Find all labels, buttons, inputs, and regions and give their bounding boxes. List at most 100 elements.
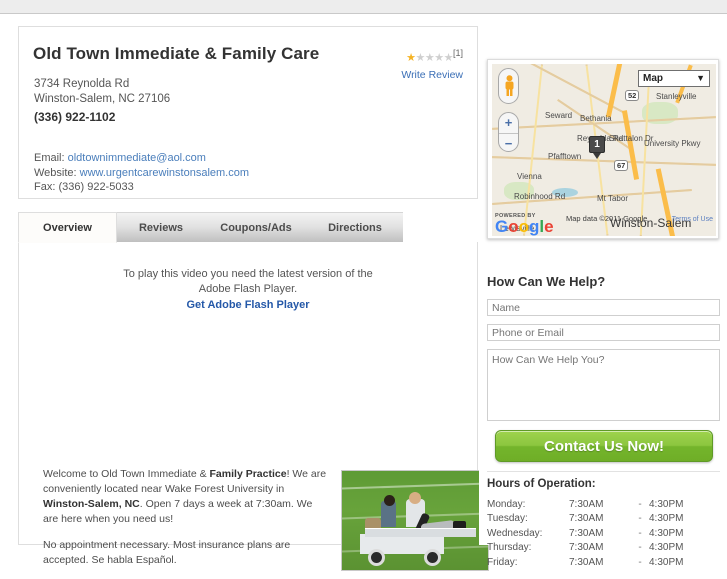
chevron-down-icon: ▼: [696, 73, 705, 83]
tab-coupons-ads[interactable]: Coupons/Ads: [205, 212, 307, 243]
hours-close-time: 4:30PM: [649, 542, 684, 554]
hours-separator: -: [638, 527, 642, 539]
hours-open-time: 7:30AM: [569, 542, 604, 554]
help-form-title: How Can We Help?: [487, 274, 606, 289]
google-wordmark: Google: [495, 217, 554, 236]
star-rating-icon[interactable]: ★★★★★: [406, 53, 453, 64]
hours-open-time: 7:30AM: [569, 556, 604, 568]
street-view-pegman-icon[interactable]: [498, 68, 519, 104]
address-line-2: Winston-Salem, NC 27106: [34, 93, 171, 105]
email-row: Email: oldtownimmediate@aol.com: [34, 151, 249, 166]
business-photo: [341, 470, 489, 571]
flash-notice-line-1: To play this video you need the latest v…: [123, 268, 373, 280]
map-place-label: Vienna: [517, 172, 542, 181]
map-route-shield: 67: [614, 160, 629, 171]
hours-separator: -: [638, 498, 642, 510]
welcome-p1-b: Family Practice: [209, 468, 287, 480]
welcome-p1-d: Winston-Salem, NC: [43, 498, 140, 510]
phone-or-email-input[interactable]: [487, 324, 720, 341]
message-textarea[interactable]: [487, 349, 720, 421]
zoom-out-button[interactable]: −: [499, 134, 518, 154]
map-container[interactable]: Stanleyville Seward Bethania Pfafftown Vienn…: [487, 59, 719, 239]
hours-open-time: 7:30AM: [569, 527, 604, 539]
hours-row: Wednesday: 7:30AM -4:30PM: [487, 526, 720, 541]
business-info-card: Old Town Immediate & Family Care 3734 Re…: [18, 26, 478, 199]
review-count: [1]: [452, 48, 463, 58]
hours-open-time: 7:30AM: [569, 498, 604, 510]
photo-cart-bed: [365, 528, 477, 538]
hours-row: Friday: 7:30AM -4:30PM: [487, 555, 720, 570]
email-link[interactable]: oldtownimmediate@aol.com: [68, 152, 206, 164]
email-label: Email:: [34, 152, 65, 164]
tab-directions[interactable]: Directions: [307, 212, 403, 243]
map-road: [492, 156, 716, 166]
welcome-paragraph-1: Welcome to Old Town Immediate & Family P…: [43, 467, 328, 527]
tab-content-panel: To play this video you need the latest v…: [18, 242, 489, 571]
hours-day: Wednesday:: [487, 527, 543, 539]
hours-close-time: 4:30PM: [649, 527, 684, 539]
pegman-figure-icon: [505, 75, 514, 96]
map-place-label: Robinhood Rd: [514, 192, 566, 201]
welcome-text: Welcome to Old Town Immediate & Family P…: [43, 467, 328, 579]
hours-separator: -: [638, 542, 642, 554]
contact-us-now-button[interactable]: Contact Us Now!: [495, 430, 713, 462]
hours-divider: [487, 471, 720, 472]
hours-day: Thursday:: [487, 542, 532, 554]
page-body: Old Town Immediate & Family Care 3734 Re…: [0, 15, 727, 571]
name-input[interactable]: [487, 299, 720, 316]
tab-reviews[interactable]: Reviews: [117, 212, 205, 243]
welcome-paragraph-2: No appointment necessary. Most insurance…: [43, 539, 291, 566]
map-type-dropdown[interactable]: ▼ Map: [638, 70, 710, 87]
map-road: [639, 74, 651, 236]
browser-top-strip: [0, 0, 727, 14]
hours-close-time: 4:30PM: [649, 498, 684, 510]
hours-close-time: 4:30PM: [649, 556, 684, 568]
website-link[interactable]: www.urgentcarewinstonsalem.com: [80, 167, 249, 179]
business-contact-links: Email: oldtownimmediate@aol.com Website:…: [34, 151, 249, 195]
business-address: 3734 Reynolda Rd Winston-Salem, NC 27106: [34, 77, 170, 107]
hours-open-time: 7:30AM: [569, 513, 604, 525]
website-label: Website:: [34, 166, 77, 179]
fax-label: Fax:: [34, 181, 56, 193]
flash-notice-line-2: Adobe Flash Player.: [198, 283, 298, 295]
hours-table: Monday: 7:30AM -4:30PM Tuesday: 7:30AM -4:30P…: [487, 497, 720, 570]
welcome-p1-a: Welcome to Old Town Immediate &: [43, 468, 210, 480]
hours-separator: -: [638, 513, 642, 525]
business-phone: (336) 922-1102: [34, 110, 116, 124]
zoom-in-button[interactable]: +: [499, 113, 518, 133]
tab-bar: Overview Reviews Coupons/Ads Directions: [18, 212, 478, 243]
get-flash-player-link[interactable]: Get Adobe Flash Player: [186, 298, 309, 313]
photo-cart-wheel: [423, 549, 441, 567]
map-place-label: Pfafftown: [548, 152, 582, 161]
left-column: Old Town Immediate & Family Care 3734 Re…: [0, 15, 489, 571]
map-place-label: University Pkwy: [644, 139, 701, 148]
hours-day: Tuesday:: [487, 513, 528, 525]
map-place-label: Mt Tabor: [597, 194, 628, 203]
hours-row: Thursday: 7:30AM -4:30PM: [487, 541, 720, 556]
fax-number: (336) 922-5033: [58, 181, 134, 193]
hours-day: Monday:: [487, 498, 526, 510]
google-map[interactable]: Stanleyville Seward Bethania Pfafftown Vienn…: [492, 64, 716, 236]
map-place-label: Seward: [545, 111, 573, 120]
hours-title: Hours of Operation:: [487, 478, 596, 490]
map-type-value: Map: [643, 73, 663, 84]
hours-row: Monday: 7:30AM -4:30PM: [487, 497, 720, 512]
hours-row: Tuesday: 7:30AM -4:30PM: [487, 512, 720, 527]
flash-player-notice: To play this video you need the latest v…: [19, 267, 477, 313]
map-terms-of-use-link[interactable]: Terms of Use: [672, 216, 713, 223]
map-route-shield: 52: [625, 90, 640, 101]
page-title: Old Town Immediate & Family Care: [33, 44, 320, 63]
rating-block: ★★★★★[1] Write Review: [343, 48, 463, 81]
map-zoom-control[interactable]: + −: [498, 112, 519, 152]
map-attribution: Map data ©2011 Google: [566, 214, 648, 223]
tab-overview[interactable]: Overview: [18, 212, 117, 243]
google-logo: POWERED BY Google: [495, 213, 554, 236]
write-review-link[interactable]: Write Review: [343, 69, 463, 81]
hours-day: Friday:: [487, 556, 518, 568]
hours-separator: -: [638, 556, 642, 568]
address-line-1: 3734 Reynolda Rd: [34, 78, 130, 90]
map-marker[interactable]: 1: [589, 136, 605, 159]
map-place-label: Stanleyville: [656, 92, 697, 101]
hours-close-time: 4:30PM: [649, 513, 684, 525]
map-road: [523, 64, 543, 236]
